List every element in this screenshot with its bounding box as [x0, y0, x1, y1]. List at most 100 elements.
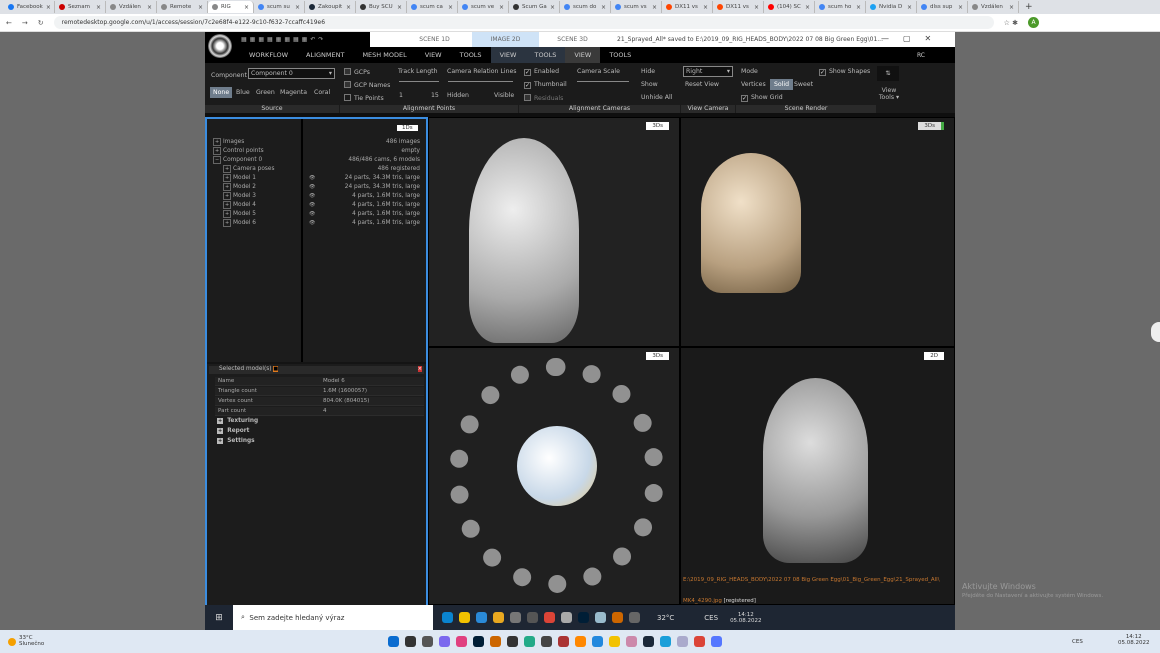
color-blue[interactable]: Blue — [236, 89, 250, 96]
url-input[interactable]: remotedesktop.google.com/u/1/access/sess… — [53, 16, 994, 29]
close-tab-icon[interactable]: × — [652, 4, 657, 11]
side-handle[interactable] — [1151, 322, 1160, 342]
browser-tab[interactable]: scum ca × — [407, 1, 458, 13]
layout-toolbar[interactable]: ▦▦▦▦▦▦▦▦↶↷ — [241, 36, 326, 43]
mode-solid[interactable]: Solid — [770, 79, 794, 90]
tree-item[interactable]: + Model 3 — [223, 192, 256, 200]
camera-relation-slider[interactable] — [448, 81, 513, 82]
tree-item[interactable]: + Model 2 — [223, 183, 256, 191]
clock[interactable]: 14:12 05.08.2022 — [1118, 634, 1150, 646]
browser-tab[interactable]: dlss sup × — [917, 1, 968, 13]
close-tab-icon[interactable]: × — [805, 4, 810, 11]
expand-icon[interactable]: − — [213, 156, 222, 164]
back-icon[interactable]: ← — [6, 19, 12, 27]
browser-tab[interactable]: scum do × — [560, 1, 611, 13]
browser-tab[interactable]: (104) SC × — [764, 1, 815, 13]
close-tab-icon[interactable]: × — [856, 4, 861, 11]
expand-icon[interactable]: + — [223, 165, 232, 173]
clock[interactable]: 14:12 05.08.2022 — [730, 612, 762, 624]
browser-tab[interactable]: scum su × — [254, 1, 305, 13]
tree-item[interactable]: + Model 6 — [223, 219, 256, 227]
forward-icon[interactable]: → — [22, 19, 28, 27]
browser-tab[interactable]: scum vs × — [611, 1, 662, 13]
viewport-2d-image[interactable]: 2D E:\2019_09_RIG_HEADS_BODY\2022 07 08 … — [680, 347, 955, 605]
taskbar-apps[interactable] — [385, 636, 725, 647]
close-tab-icon[interactable]: × — [295, 4, 300, 11]
close-tab-icon[interactable]: × — [1009, 4, 1014, 11]
close-tab-icon[interactable]: × — [397, 4, 402, 11]
browser-tab[interactable]: DX11 vs × — [662, 1, 713, 13]
viewport-3d-top-left[interactable]: 3Ds — [428, 117, 680, 347]
window-controls[interactable]: —▢✕ — [881, 34, 945, 43]
expand-icon[interactable]: + — [223, 201, 232, 209]
weather-temp[interactable]: 32°C — [657, 614, 674, 622]
weather-widget[interactable]: 33°C Slunečno — [8, 635, 44, 647]
close-tab-icon[interactable]: × — [147, 4, 152, 11]
browser-tab[interactable]: Vzdálen × — [106, 1, 157, 13]
mode-sweet[interactable]: Sweet — [794, 81, 813, 88]
close-tab-icon[interactable]: × — [198, 4, 203, 11]
tab-image-2d[interactable]: IMAGE 2D — [472, 32, 539, 47]
show-grid-checkbox[interactable]: ✓ Show Grid — [741, 94, 783, 102]
menu-tools-2[interactable]: TOOLS — [525, 47, 566, 63]
expand-icon[interactable]: + — [223, 174, 232, 182]
close-tab-icon[interactable]: × — [244, 4, 249, 11]
color-coral[interactable]: Coral — [314, 89, 330, 96]
new-tab-button[interactable]: + — [1025, 2, 1033, 12]
lang-indicator[interactable]: CES — [704, 614, 718, 622]
tree-item[interactable]: + Images — [213, 138, 244, 146]
tab-scene-1d[interactable]: SCENE 1D — [401, 32, 468, 47]
browser-tab[interactable]: Scum Ga × — [509, 1, 560, 13]
expand-icon[interactable]: + — [213, 147, 222, 155]
expand-icon[interactable]: + — [223, 183, 232, 191]
show-button[interactable]: Show — [641, 81, 658, 88]
close-tab-icon[interactable]: × — [550, 4, 555, 11]
eye-icon[interactable]: 👁 — [309, 202, 315, 208]
track-length-slider[interactable] — [399, 81, 439, 82]
reset-view-button[interactable]: Reset View — [685, 81, 719, 88]
menu-alignment[interactable]: ALIGNMENT — [297, 47, 353, 63]
close-tab-icon[interactable]: × — [448, 4, 453, 11]
lang-indicator[interactable]: CES — [1072, 639, 1083, 645]
component-select[interactable]: Component 0 ▾ — [248, 68, 335, 79]
close-tab-icon[interactable]: × — [96, 4, 101, 11]
eye-icon[interactable]: 👁 — [309, 220, 315, 226]
close-tab-icon[interactable]: × — [346, 4, 351, 11]
view-select[interactable]: Right ▾ — [683, 66, 733, 77]
browser-tab[interactable]: RIG × — [208, 1, 254, 13]
section-settings[interactable]: + Settings — [217, 438, 255, 444]
eye-icon[interactable]: 👁 — [309, 193, 315, 199]
view-tools-icon[interactable]: ⇅ — [877, 66, 899, 81]
camera-scale-slider[interactable] — [577, 81, 629, 82]
browser-tab[interactable]: scum ve × — [458, 1, 509, 13]
tie-points-checkbox[interactable]: Tie Points — [344, 94, 384, 102]
expand-icon[interactable]: + — [213, 138, 222, 146]
menu-mesh-model[interactable]: MESH MODEL — [353, 47, 415, 63]
color-green[interactable]: Green — [256, 89, 275, 96]
tree-item[interactable]: − Component 0 — [213, 156, 262, 164]
section-report[interactable]: + Report — [217, 428, 249, 434]
expand-icon[interactable]: + — [223, 219, 232, 227]
close-tab-icon[interactable]: × — [46, 4, 51, 11]
close-tab-icon[interactable]: × — [907, 4, 912, 11]
taskbar-search[interactable]: ⌕ Sem zadejte hledaný výraz — [233, 605, 433, 630]
close-tab-icon[interactable]: × — [958, 4, 963, 11]
close-icon[interactable]: × — [417, 366, 422, 372]
eye-icon[interactable]: 👁 — [309, 175, 315, 181]
browser-tab[interactable]: Facebook × — [4, 1, 55, 13]
close-tab-icon[interactable]: × — [703, 4, 708, 11]
tree-item[interactable]: + Model 1 — [223, 174, 256, 182]
eye-icon[interactable]: 👁 — [309, 184, 315, 190]
menu-tools-3[interactable]: TOOLS — [600, 47, 640, 63]
gcps-checkbox[interactable]: GCPs — [344, 68, 370, 76]
eye-icon[interactable]: 👁 — [309, 211, 315, 217]
browser-tab[interactable]: DX11 vs × — [713, 1, 764, 13]
close-tab-icon[interactable]: × — [754, 4, 759, 11]
viewport-3d-top-right[interactable]: 3Ds — [680, 117, 955, 347]
menu-view[interactable]: VIEW — [416, 47, 451, 63]
menu-workflow[interactable]: WORKFLOW — [240, 47, 297, 63]
browser-tab[interactable]: Zakoupit × — [305, 1, 356, 13]
enabled-checkbox[interactable]: ✓ Enabled — [524, 68, 559, 76]
color-none[interactable]: None — [210, 87, 233, 98]
tree-item[interactable]: + Model 4 — [223, 201, 256, 209]
